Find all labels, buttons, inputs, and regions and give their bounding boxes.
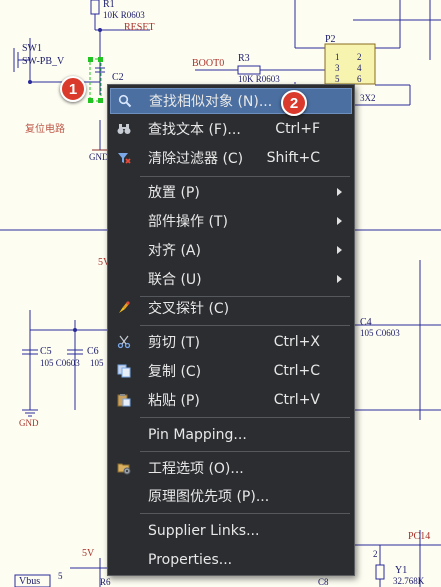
- scissors-icon: [116, 334, 132, 350]
- vbus-pin: 5: [58, 571, 63, 581]
- menu-item-union[interactable]: 联合 (U): [110, 266, 352, 292]
- gnd-label-bottom: GND: [19, 418, 39, 428]
- clear-filter-icon: [116, 150, 132, 166]
- menu-item-shortcut: Ctrl+F: [275, 121, 320, 137]
- p2-designator: P2: [325, 34, 336, 45]
- p2-pin-1: 1: [335, 52, 340, 62]
- p2-type: 3X2: [360, 93, 376, 103]
- menu-item-label: 工程选项 (O)...: [148, 461, 244, 477]
- p2-pin-3: 3: [335, 63, 340, 73]
- sw1-type: SW-PB_V: [22, 56, 65, 67]
- menu-item-label: 查找文本 (F)...: [148, 122, 241, 138]
- step-badge-2: 2: [281, 90, 307, 116]
- p2-pin-5: 5: [335, 74, 340, 84]
- menu-item-label: 部件操作 (T): [148, 214, 228, 230]
- y1-value: 32.768K: [393, 576, 425, 586]
- menu-item-cross-probe[interactable]: 交叉探针 (C): [110, 295, 352, 321]
- binoculars-icon: [116, 121, 132, 137]
- c8-designator: C8: [318, 577, 329, 587]
- crystal-pin: 2: [373, 549, 378, 559]
- net-5v-bottom: 5V: [82, 548, 95, 559]
- menu-item-shortcut: Shift+C: [266, 150, 320, 166]
- menu-item-label: 原理图优先项 (P)...: [148, 489, 270, 505]
- menu-item-label: 清除过滤器 (C): [148, 151, 244, 167]
- menu-item-label: 交叉探针 (C): [148, 301, 230, 317]
- c2-designator: C2: [112, 72, 124, 83]
- p2-pin-2: 2: [357, 52, 362, 62]
- r1-designator: R1: [103, 0, 115, 10]
- menu-item-label: Pin Mapping...: [148, 427, 247, 443]
- net-boot0: BOOT0: [192, 58, 225, 69]
- r6-designator: R6: [100, 577, 111, 587]
- copy-icon: [116, 363, 132, 379]
- menu-separator: [140, 176, 350, 177]
- c5-designator: C5: [40, 346, 52, 357]
- menu-item-label: 放置 (P): [148, 185, 200, 201]
- y1-designator: Y1: [395, 565, 408, 576]
- menu-item-find-text[interactable]: 查找文本 (F)... Ctrl+F: [110, 116, 352, 142]
- menu-separator: [140, 451, 350, 452]
- menu-item-copy[interactable]: 复制 (C) Ctrl+C: [110, 358, 352, 384]
- menu-item-label: 查找相似对象 (N)...: [149, 94, 273, 110]
- gnd-label-top: GND: [89, 152, 109, 162]
- menu-item-schematic-preferences[interactable]: 原理图优先项 (P)...: [110, 483, 352, 509]
- submenu-arrow-icon: [337, 188, 342, 196]
- menu-item-shortcut: Ctrl+V: [273, 392, 320, 408]
- menu-item-shortcut: Ctrl+X: [273, 334, 320, 350]
- sw1-designator: SW1: [22, 43, 42, 54]
- menu-item-place[interactable]: 放置 (P): [110, 179, 352, 205]
- net-pc14: PC14: [408, 531, 431, 542]
- r1-value: 10K R0603: [103, 10, 145, 20]
- menu-item-cut[interactable]: 剪切 (T) Ctrl+X: [110, 329, 352, 355]
- menu-item-label: 复制 (C): [148, 364, 202, 380]
- net-reset: RESET: [124, 22, 155, 33]
- menu-item-align[interactable]: 对齐 (A): [110, 237, 352, 263]
- menu-item-shortcut: Ctrl+C: [273, 363, 320, 379]
- cross-probe-icon: [116, 300, 132, 316]
- p2-pin-4: 4: [357, 63, 362, 73]
- menu-separator: [140, 417, 350, 418]
- search-icon: [117, 93, 133, 109]
- menu-item-paste[interactable]: 粘贴 (P) Ctrl+V: [110, 387, 352, 413]
- menu-item-label: 联合 (U): [148, 272, 202, 288]
- c6-value: 105: [90, 358, 104, 368]
- c6-designator: C6: [87, 346, 99, 357]
- menu-item-part-actions[interactable]: 部件操作 (T): [110, 208, 352, 234]
- submenu-arrow-icon: [337, 246, 342, 254]
- menu-item-find-similar[interactable]: 查找相似对象 (N)...: [110, 88, 352, 114]
- paste-icon: [116, 392, 132, 408]
- menu-item-project-options[interactable]: 工程选项 (O)...: [110, 455, 352, 481]
- menu-item-label: Properties...: [148, 552, 233, 568]
- submenu-arrow-icon: [337, 275, 342, 283]
- menu-item-label: 粘贴 (P): [148, 393, 200, 409]
- step-badge-1: 1: [60, 76, 86, 102]
- reset-circuit-label: 复位电路: [25, 124, 65, 135]
- vbus-label: Vbus: [19, 576, 41, 587]
- menu-item-label: 对齐 (A): [148, 243, 201, 259]
- c4-designator: C4: [360, 317, 372, 328]
- menu-separator: [140, 513, 350, 514]
- p2-pin-6: 6: [357, 74, 362, 84]
- c5-value: 105 C0603: [40, 358, 80, 368]
- menu-item-pin-mapping[interactable]: Pin Mapping...: [110, 422, 352, 448]
- r3-designator: R3: [238, 53, 250, 64]
- menu-item-supplier-links[interactable]: Supplier Links...: [110, 518, 352, 544]
- menu-separator: [140, 325, 350, 326]
- menu-item-clear-filter[interactable]: 清除过滤器 (C) Shift+C: [110, 145, 352, 171]
- c4-value: 105 C0603: [360, 328, 400, 338]
- context-menu: 查找相似对象 (N)... 查找文本 (F)... Ctrl+F 清除过滤器 (…: [107, 84, 355, 576]
- submenu-arrow-icon: [337, 217, 342, 225]
- menu-item-label: Supplier Links...: [148, 523, 260, 539]
- menu-item-properties[interactable]: Properties...: [110, 547, 352, 573]
- r3-value: 10K R0603: [238, 74, 280, 84]
- project-options-icon: [116, 460, 132, 476]
- menu-item-label: 剪切 (T): [148, 335, 200, 351]
